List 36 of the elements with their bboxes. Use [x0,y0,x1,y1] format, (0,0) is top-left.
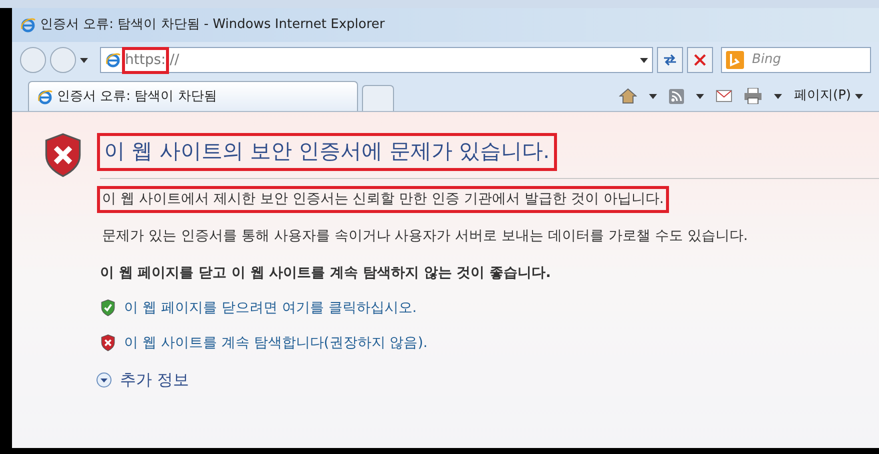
more-info-toggle[interactable]: 추가 정보 [96,368,190,392]
caret-icon[interactable] [80,58,88,62]
caret-icon[interactable] [774,94,782,98]
address-text: https: [125,50,166,70]
check-shield-icon [100,299,116,317]
caret-icon[interactable] [855,94,863,98]
search-field[interactable]: Bing [721,47,871,73]
browser-logo-icon [20,17,36,33]
action-link[interactable]: 이 웹 사이트를 계속 탐색합니다(권장하지 않음). [124,332,428,354]
window-title: 인증서 오류: 탐색이 차단됨 - Windows Internet Explorer [40,16,385,34]
stop-button[interactable] [687,47,713,73]
message-text: 이 웹 사이트에서 제시한 보안 인증서는 신뢰할 만한 인증 기관에서 발급한 것이 아닙니다. [100,188,666,210]
action-link[interactable]: 이 웹 페이지를 닫으려면 여기를 클릭하십시오. [124,298,417,318]
address-text: // [170,50,180,70]
error-heading: 이 웹 사이트의 보안 인증서에 문제가 있습니다. [100,136,554,168]
mail-icon[interactable] [716,90,732,102]
caret-icon[interactable] [649,94,658,98]
expand-icon [96,372,112,388]
search-input[interactable]: Bing [752,50,852,70]
printer-icon[interactable] [744,88,762,104]
caret-icon[interactable] [696,94,704,98]
recommendation-text: 이 웹 페이지를 닫고 이 웹 사이트를 계속 탐색하지 않는 것이 좋습니다. [100,264,552,282]
refresh-icon [663,54,677,66]
browser-logo-icon [37,88,53,104]
feed-icon[interactable] [669,88,684,104]
x-shield-icon [100,334,116,352]
browser-logo-icon [105,52,121,68]
page-menu[interactable]: 페이지(P) [794,86,863,106]
close-icon [694,54,706,66]
caret-icon[interactable] [640,58,648,62]
search-engine-icon [726,51,744,69]
message-text: 문제가 있는 인증서를 통해 사용자를 속이거나 사용자가 서버로 보내는 데이터를 가로챌 수도 있습니다. [101,226,749,246]
address-field[interactable]: https: // [100,47,653,73]
home-icon[interactable] [619,88,638,104]
browser-tab[interactable]: 인증서 오류: 탐색이 차단됨 [28,81,358,111]
refresh-button[interactable] [657,47,683,73]
